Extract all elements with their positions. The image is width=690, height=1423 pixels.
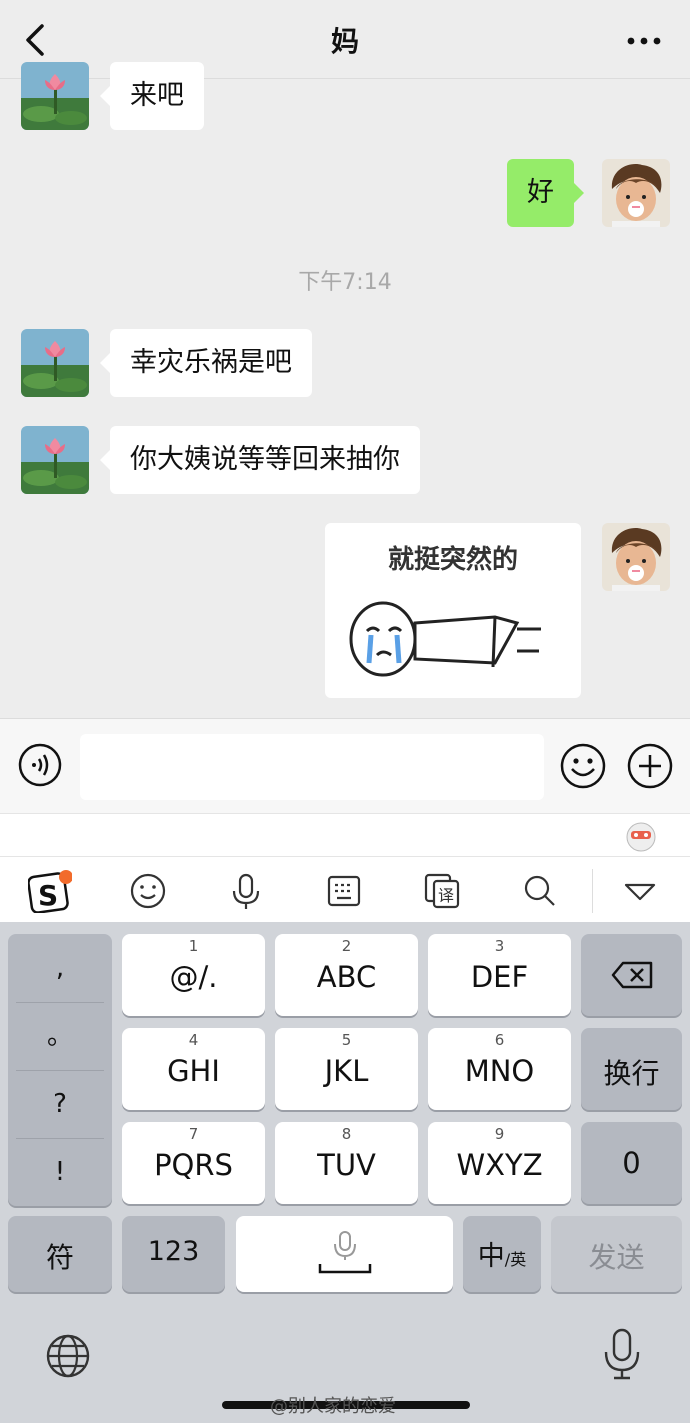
key-label: @/. [169, 960, 218, 994]
message-bubble-sent[interactable]: 好 [507, 159, 584, 227]
key-2[interactable]: 2 ABC [275, 934, 418, 1016]
key-label: 中/英 [463, 1234, 541, 1273]
nine-key-keyboard: , 。 ? ! 1 @/. 2 ABC 3 DEF 4 GHI 5 JKL 6 … [0, 922, 690, 1423]
keyboard-layout-icon[interactable] [322, 869, 366, 913]
plus-icon[interactable] [627, 743, 673, 789]
more-options-icon[interactable] [624, 26, 664, 56]
contact-avatar[interactable] [21, 426, 89, 494]
svg-text:S: S [38, 879, 58, 912]
contact-avatar[interactable] [21, 329, 89, 397]
key-1[interactable]: 1 @/. [122, 934, 265, 1016]
newline-key[interactable]: 换行 [581, 1028, 682, 1110]
person-avatar-icon [602, 523, 670, 591]
emoticon-icon[interactable] [126, 869, 170, 913]
message-bubble[interactable]: 你大姨说等等回来抽你 [100, 426, 420, 494]
send-key[interactable]: 发送 [551, 1216, 682, 1292]
backspace-icon [611, 961, 653, 989]
language-switch-key[interactable]: 中/英 [463, 1216, 541, 1292]
key-label: GHI [167, 1054, 220, 1088]
key-7[interactable]: 7 PQRS [122, 1122, 265, 1204]
key-number: 5 [341, 1031, 352, 1049]
key-3[interactable]: 3 DEF [428, 934, 571, 1016]
key-number: 3 [494, 937, 505, 955]
key-9[interactable]: 9 WXYZ [428, 1122, 571, 1204]
message-input-bar [0, 718, 690, 813]
message-text-input[interactable] [80, 734, 544, 800]
page-title: 妈 [330, 25, 359, 58]
key-label: ABC [316, 960, 377, 994]
key-label: 123 [147, 1236, 200, 1267]
sticker-caption: 就挺突然的 [387, 545, 518, 575]
chat-header: 妈 [0, 0, 690, 79]
number-mode-key[interactable]: 123 [122, 1216, 225, 1292]
toolbar-divider [592, 869, 593, 913]
lotus-avatar-icon [21, 62, 89, 130]
key-label: WXYZ [456, 1148, 543, 1182]
person-avatar-icon [602, 159, 670, 227]
message-bubble[interactable]: 来吧 [100, 62, 204, 130]
sticker-message[interactable]: 就挺突然的 [325, 523, 581, 698]
message-bubble[interactable]: 幸灾乐祸是吧 [100, 329, 312, 397]
space-key[interactable] [236, 1216, 453, 1292]
key-label: MNO [464, 1054, 535, 1088]
keyboard-mascot-icon[interactable] [624, 820, 658, 852]
key-5[interactable]: 5 JKL [275, 1028, 418, 1110]
user-avatar[interactable] [602, 159, 670, 227]
voice-input-icon[interactable] [18, 743, 62, 787]
message-timestamp: 下午7:14 [298, 270, 392, 295]
svg-text:译: 译 [438, 886, 454, 905]
key-label: 换行 [603, 1057, 660, 1090]
key-number: 7 [188, 1125, 199, 1143]
key-number: 8 [341, 1125, 352, 1143]
watermark: @别人家的恋爱 [270, 1396, 396, 1417]
zero-key[interactable]: 0 [581, 1122, 682, 1204]
sogou-logo-icon[interactable]: S [28, 869, 72, 913]
collapse-keyboard-icon[interactable] [618, 869, 662, 913]
space-mic-icon [318, 1231, 372, 1274]
key-label: JKL [324, 1054, 369, 1088]
lotus-avatar-icon [21, 329, 89, 397]
key-6[interactable]: 6 MNO [428, 1028, 571, 1110]
backspace-key[interactable] [581, 934, 682, 1016]
punctuation-column: , 。 ? ! [8, 934, 112, 1206]
lang-main: 中 [477, 1241, 505, 1272]
microphone-icon[interactable] [224, 869, 268, 913]
key-number: 9 [494, 1125, 505, 1143]
symbol-key[interactable]: 符 [8, 1216, 112, 1292]
key-label: 符 [45, 1241, 74, 1274]
key-label: TUV [317, 1148, 376, 1182]
punct-key[interactable]: , [8, 934, 112, 1002]
key-number: 6 [494, 1031, 505, 1049]
contact-avatar[interactable] [21, 62, 89, 130]
globe-icon[interactable] [44, 1332, 92, 1380]
user-avatar[interactable] [602, 523, 670, 591]
punct-key[interactable]: ? [8, 1070, 112, 1138]
translate-icon[interactable]: 译 [420, 869, 464, 913]
suggestion-strip [0, 813, 690, 856]
emoji-icon[interactable] [560, 743, 606, 789]
punct-key[interactable]: ! [8, 1138, 112, 1206]
key-label: DEF [470, 960, 529, 994]
ime-toolbar: S 译 [0, 856, 690, 923]
crying-meme-face-icon [349, 601, 541, 677]
key-label: 发送 [588, 1241, 645, 1274]
key-number: 4 [188, 1031, 199, 1049]
search-icon[interactable] [518, 869, 562, 913]
key-label: 0 [622, 1146, 641, 1180]
lang-sub: /英 [504, 1250, 527, 1269]
key-number: 1 [188, 937, 199, 955]
key-number: 2 [341, 937, 352, 955]
key-label: PQRS [154, 1148, 233, 1182]
dictation-mic-icon[interactable] [598, 1328, 646, 1382]
key-4[interactable]: 4 GHI [122, 1028, 265, 1110]
key-8[interactable]: 8 TUV [275, 1122, 418, 1204]
punct-key[interactable]: 。 [8, 1002, 112, 1070]
lotus-avatar-icon [21, 426, 89, 494]
